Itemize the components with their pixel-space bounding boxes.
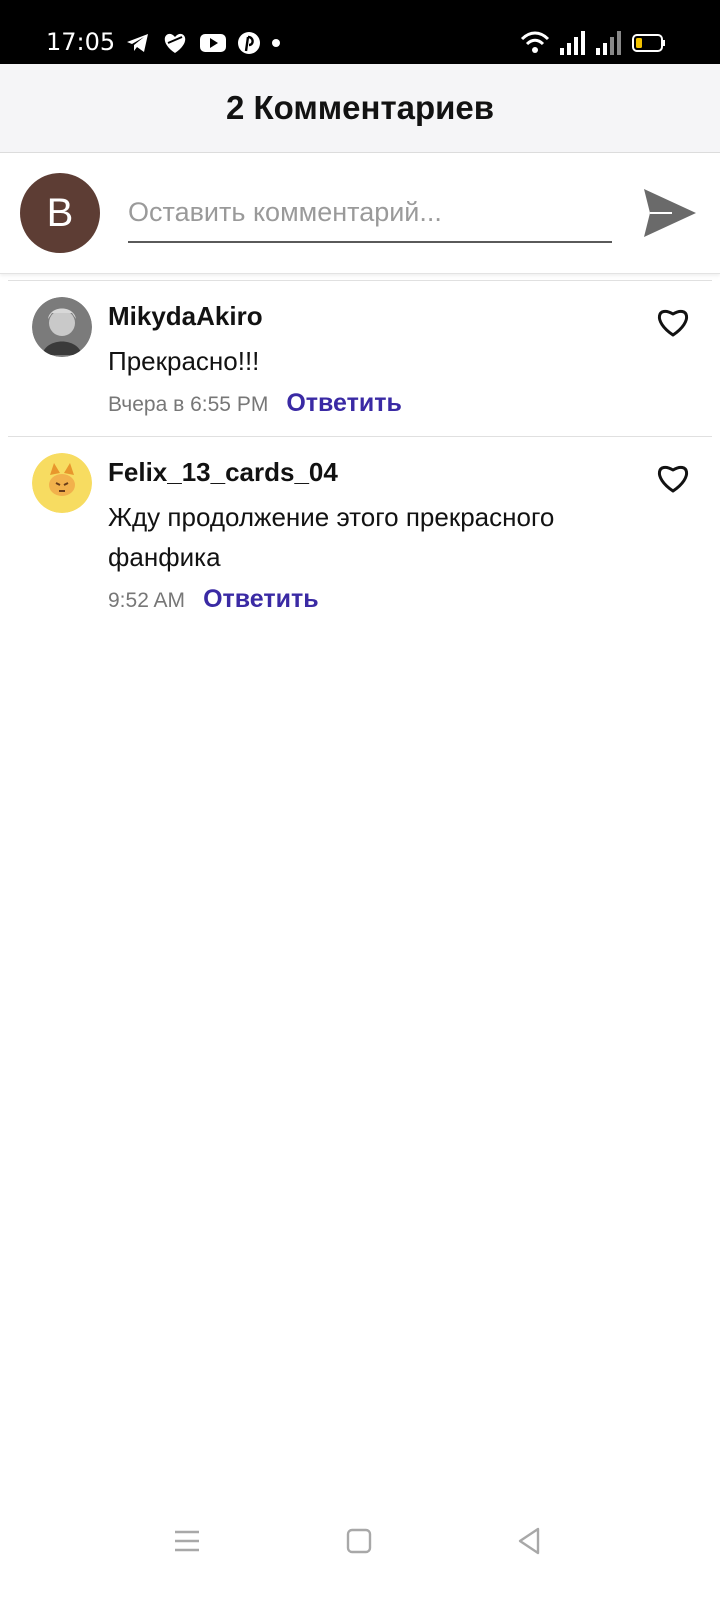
avatar[interactable] xyxy=(32,297,92,357)
menu-icon xyxy=(175,1530,199,1552)
back-icon xyxy=(518,1527,540,1555)
status-icons-left xyxy=(126,30,280,56)
heart-outline-icon xyxy=(658,310,688,337)
wifi-icon xyxy=(520,31,550,53)
reply-button[interactable]: Ответить xyxy=(286,389,402,418)
status-bar: 17:05 xyxy=(0,0,720,64)
list-item: Felix_13_cards_04 Жду продолжение этого … xyxy=(8,436,712,632)
menu-button[interactable] xyxy=(172,1526,202,1556)
comment-text: Прекрасно!!! xyxy=(108,346,260,376)
comment-input[interactable] xyxy=(128,183,612,243)
send-button[interactable] xyxy=(640,185,700,241)
status-time: 17:05 xyxy=(46,28,116,56)
like-button[interactable] xyxy=(654,303,692,341)
comment-list: MikydaAkiro Прекрасно!!! Вчера в 6:55 PM… xyxy=(0,280,720,632)
comment-composer: B xyxy=(0,153,720,274)
heart-outline-icon xyxy=(658,466,688,493)
send-icon xyxy=(644,189,696,237)
comment-time: 9:52 AM xyxy=(108,589,186,612)
like-button[interactable] xyxy=(654,459,692,497)
avatar-letter: B xyxy=(46,190,74,235)
youtube-icon xyxy=(200,34,226,52)
user-avatar-image xyxy=(32,297,92,357)
back-button[interactable] xyxy=(514,1526,544,1556)
heart-icon xyxy=(164,33,186,53)
comments-header: 2 Комментариев xyxy=(0,64,720,153)
home-button[interactable] xyxy=(344,1526,374,1556)
reply-button[interactable]: Ответить xyxy=(203,585,319,614)
signal-icon xyxy=(596,31,621,55)
comment-username[interactable]: MikydaAkiro xyxy=(108,299,642,333)
page-title: 2 Комментариев xyxy=(225,89,495,126)
avatar[interactable]: B xyxy=(20,173,100,253)
avatar[interactable] xyxy=(32,453,92,513)
status-icons-right xyxy=(520,30,666,56)
list-item: MikydaAkiro Прекрасно!!! Вчера в 6:55 PM… xyxy=(8,280,712,436)
user-avatar-image xyxy=(32,453,92,513)
home-icon xyxy=(346,1528,372,1554)
dot-icon xyxy=(272,39,280,47)
comment-text: Жду продолжение этого прекрасного фанфик… xyxy=(108,502,555,572)
comment-username[interactable]: Felix_13_cards_04 xyxy=(108,455,642,489)
comment-time: Вчера в 6:55 PM xyxy=(108,393,269,416)
pinterest-icon xyxy=(238,32,260,54)
telegram-icon xyxy=(127,34,148,52)
battery-icon xyxy=(632,34,665,52)
signal-icon xyxy=(560,31,585,55)
